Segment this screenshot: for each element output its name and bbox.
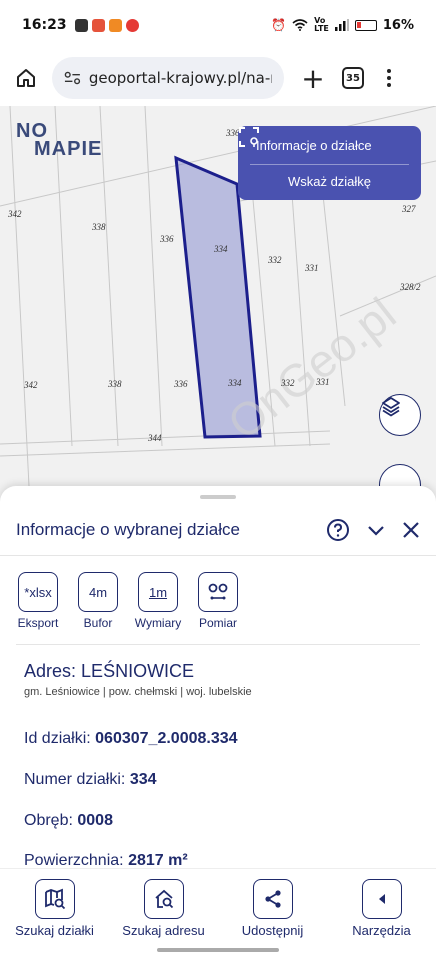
nav-label: Szukaj działki xyxy=(15,923,94,938)
parcel-label: 327 xyxy=(402,204,416,214)
parcel-info-panel: Informacje o działce Wskaż działkę xyxy=(238,126,421,200)
address-line: Adres: LEŚNIOWICE xyxy=(24,661,195,681)
url-bar[interactable]: geoportal-krajowy.pl/na-m xyxy=(52,57,284,99)
tool-label: Pomiar xyxy=(198,616,237,630)
status-time: 16:23 xyxy=(22,17,67,33)
parcel-label: 332 xyxy=(281,378,295,388)
parcel-label: 334 xyxy=(214,244,228,254)
nav-label: Udostępnij xyxy=(241,923,304,938)
parcel-label: 338 xyxy=(92,222,106,232)
nav-search-parcel[interactable]: Szukaj działki xyxy=(5,879,105,938)
home-indicator xyxy=(157,948,279,952)
nav-share[interactable]: Udostępnij xyxy=(223,879,323,938)
tool-label: Bufor xyxy=(83,616,113,630)
parcel-label: 336 xyxy=(160,234,174,244)
select-area-icon xyxy=(239,127,259,147)
nav-tools[interactable]: Narzędzia xyxy=(332,879,432,938)
precinct-field: Obręb: 0008 xyxy=(24,812,113,829)
chevron-down-icon[interactable] xyxy=(366,520,386,540)
parcel-label: 328/2 xyxy=(400,282,421,292)
status-right: ⏰ Vo LTE 16% xyxy=(271,17,414,33)
app-icon xyxy=(91,18,105,32)
layers-button[interactable] xyxy=(379,394,421,436)
app-icon xyxy=(108,18,122,32)
map-search-icon xyxy=(34,879,75,919)
parcel-label: 344 xyxy=(148,433,162,443)
new-tab-button[interactable]: + xyxy=(298,62,328,95)
signal-icon xyxy=(334,19,349,31)
message-icon xyxy=(74,18,88,32)
tool-label: Wymiary xyxy=(134,616,182,630)
nomapie-logo: NO MAPIE xyxy=(16,120,103,160)
tools-row: *xlsx Eksport 4m Bufor 1m Wymiary Pomiar xyxy=(14,572,242,630)
parcel-number-field: Numer działki: 334 xyxy=(24,771,157,788)
sheet-header: Informacje o wybranej działce xyxy=(0,504,436,556)
parcel-id-field: Id działki: 060307_2.0008.334 xyxy=(24,730,238,747)
dimensions-tool[interactable]: 1m Wymiary xyxy=(134,572,182,630)
share-icon xyxy=(252,879,293,919)
parcel-label: 338 xyxy=(108,379,122,389)
app-icon xyxy=(125,18,139,32)
layers-icon xyxy=(382,397,400,417)
close-icon[interactable] xyxy=(402,521,420,539)
site-settings-icon xyxy=(64,71,81,85)
tab-switcher-button[interactable]: 35 xyxy=(342,67,364,89)
battery-percent: 16% xyxy=(382,17,414,33)
sheet-handle[interactable] xyxy=(200,495,236,499)
home-button[interactable] xyxy=(10,62,42,94)
parcel-details-sheet: Informacje o wybranej działce *xlsx Eksp… xyxy=(0,486,436,868)
parcel-label: 331 xyxy=(305,263,319,273)
nav-search-address[interactable]: Szukaj adresu xyxy=(114,879,214,938)
parcel-label: 342 xyxy=(8,209,22,219)
parcel-label: 334 xyxy=(228,378,242,388)
map-canvas[interactable]: OnGeo.pl NO MAPIE 336 342 338 336 334 33… xyxy=(0,106,436,506)
volte-icon: Vo LTE xyxy=(314,16,329,33)
status-bar: 16:23 ⏰ Vo LTE 16% xyxy=(0,0,436,50)
area-field: Powierzchnia: 2817 m² xyxy=(24,852,188,868)
export-icon: *xlsx xyxy=(18,572,58,612)
bottom-navigation: Szukaj działki Szukaj adresu Udostępnij … xyxy=(0,868,436,938)
parcel-label: 336 xyxy=(174,379,188,389)
help-icon[interactable] xyxy=(326,518,350,542)
url-text: geoportal-krajowy.pl/na-m xyxy=(88,69,272,87)
notification-icons xyxy=(74,18,139,32)
measure-tool[interactable]: Pomiar xyxy=(194,572,242,630)
chevron-left-icon xyxy=(361,879,402,919)
wifi-icon xyxy=(292,19,308,31)
nav-label: Narzędzia xyxy=(352,923,411,938)
parcel-info-title: Informacje o działce xyxy=(256,137,372,153)
buffer-tool[interactable]: 4m Bufor xyxy=(74,572,122,630)
parcel-info-button[interactable]: Informacje o działce xyxy=(238,126,421,164)
parcel-label: 331 xyxy=(316,377,330,387)
sheet-title: Informacje o wybranej działce xyxy=(16,519,240,539)
buffer-icon: 4m xyxy=(78,572,118,612)
alarm-icon: ⏰ xyxy=(271,18,287,32)
point-parcel-button[interactable]: Wskaż działkę xyxy=(238,165,421,199)
dimensions-icon: 1m xyxy=(138,572,178,612)
battery-icon xyxy=(354,19,377,31)
nav-label: Szukaj adresu xyxy=(122,923,205,938)
address-subline: gm. Leśniowice | pow. chełmski | woj. lu… xyxy=(24,686,252,698)
browser-menu-button[interactable] xyxy=(386,69,392,87)
export-tool[interactable]: *xlsx Eksport xyxy=(14,572,62,630)
home-search-icon xyxy=(143,879,184,919)
measure-icon xyxy=(198,572,238,612)
home-icon xyxy=(17,69,35,87)
parcel-label: 332 xyxy=(268,255,282,265)
browser-toolbar: geoportal-krajowy.pl/na-m + 35 xyxy=(0,50,436,106)
parcel-label: 342 xyxy=(24,380,38,390)
tool-label: Eksport xyxy=(17,616,59,630)
